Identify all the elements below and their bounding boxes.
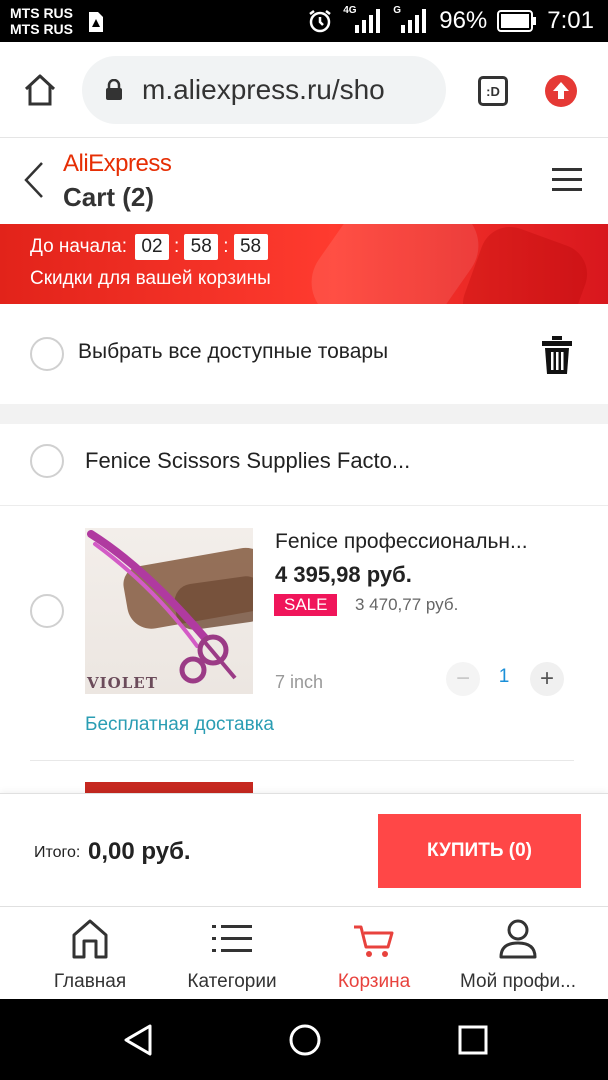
signal-1: 4G xyxy=(343,5,383,35)
section-divider xyxy=(0,404,608,424)
nav-item-cart[interactable]: Корзина xyxy=(298,907,450,999)
sale-price: 3 470,77 руб. xyxy=(355,595,459,614)
countdown-separator: : xyxy=(223,236,229,257)
promo-banner[interactable]: До начала: 02 : 58 : 58 Скидки для вашей… xyxy=(0,224,608,304)
clock: 7:01 xyxy=(547,7,594,34)
nav-item-profile[interactable]: Мой профи... xyxy=(442,907,594,999)
network-2-label: G xyxy=(393,5,402,16)
store-row: Fenice Scissors Supplies Facto... xyxy=(0,424,608,506)
total-value: 0,00 руб. xyxy=(88,838,191,865)
trash-icon[interactable] xyxy=(542,336,572,374)
item-divider xyxy=(30,760,574,761)
brand-logo: AliExpress xyxy=(63,150,172,177)
back-arrow-icon[interactable] xyxy=(22,160,46,200)
lock-icon xyxy=(106,79,122,100)
back-triangle-icon[interactable] xyxy=(122,1023,154,1057)
cart-icon xyxy=(354,925,394,957)
shipping-info: Бесплатная доставка xyxy=(85,714,274,735)
image-label: VIOLET xyxy=(87,674,158,692)
nav-label-cart: Корзина xyxy=(337,971,411,992)
home-icon[interactable] xyxy=(22,72,58,108)
bottom-nav: Главная Категории Корзина Мой профи... xyxy=(0,907,608,999)
sale-badge: SALE xyxy=(274,594,338,616)
product-price: 4 395,98 руб. xyxy=(275,562,412,587)
sim-alert-icon xyxy=(89,12,103,32)
select-all-label: Выбрать все доступные товары xyxy=(78,340,389,363)
buy-button[interactable]: КУПИТЬ (0) xyxy=(378,814,581,888)
countdown-seconds: 58 xyxy=(233,234,268,260)
alarm-icon xyxy=(309,10,331,33)
list-icon xyxy=(212,925,252,952)
cart-item: VIOLET Fenice профессиональн... 4 395,98… xyxy=(0,506,608,796)
status-bar: MTS RUS MTS RUS 4G G 96% 7:01 xyxy=(0,0,608,42)
countdown-separator: : xyxy=(173,236,180,257)
carrier-labels: MTS RUS MTS RUS xyxy=(10,5,73,37)
tabs-button[interactable]: :D xyxy=(478,76,508,106)
promo-subtitle: Скидки для вашей корзины xyxy=(30,268,271,289)
menu-icon[interactable] xyxy=(552,166,582,194)
signal-bars-icon xyxy=(355,9,381,33)
update-icon[interactable] xyxy=(544,74,578,108)
profile-icon xyxy=(499,919,537,959)
phone-screen: MTS RUS MTS RUS 4G G 96% 7:01 m.aliexpre… xyxy=(0,0,608,1080)
carrier-2: MTS RUS xyxy=(10,21,73,37)
countdown-hours: 02 xyxy=(134,234,169,260)
store-checkbox[interactable] xyxy=(30,444,64,478)
carrier-1: MTS RUS xyxy=(10,5,73,21)
tabs-badge: :D xyxy=(486,83,500,99)
app-header: AliExpress Cart (2) xyxy=(0,138,608,224)
system-nav-bar xyxy=(0,999,608,1080)
countdown-minutes: 58 xyxy=(184,234,219,260)
url-text: m.aliexpress.ru/sho xyxy=(142,74,385,105)
scissors-illustration xyxy=(87,530,237,684)
recents-square-icon[interactable] xyxy=(458,1025,488,1055)
nav-label-profile: Мой профи... xyxy=(459,971,576,992)
url-bar[interactable]: m.aliexpress.ru/sho xyxy=(82,56,446,124)
product-image[interactable]: VIOLET xyxy=(85,528,253,694)
store-name[interactable]: Fenice Scissors Supplies Facto... xyxy=(85,448,410,474)
page-title: Cart (2) xyxy=(63,182,155,212)
battery-icon xyxy=(497,10,537,32)
total-label: Итого: xyxy=(34,844,81,861)
signal-2: G xyxy=(393,5,429,35)
item-checkbox[interactable] xyxy=(30,594,64,628)
nav-item-home[interactable]: Главная xyxy=(14,907,166,999)
product-title[interactable]: Fenice профессиональн... xyxy=(275,530,528,554)
select-all-checkbox[interactable] xyxy=(30,337,64,371)
signal-bars-icon xyxy=(401,9,427,33)
quantity-increase-button[interactable]: + xyxy=(530,662,564,696)
battery-percent: 96% xyxy=(439,7,488,34)
countdown-label: До начала: xyxy=(30,236,127,257)
home-icon xyxy=(72,919,108,959)
browser-toolbar: m.aliexpress.ru/sho :D xyxy=(0,42,608,138)
select-all-row: Выбрать все доступные товары xyxy=(0,304,608,404)
nav-item-categories[interactable]: Категории xyxy=(156,907,308,999)
quantity-decrease-button[interactable]: − xyxy=(446,662,480,696)
nav-label-home: Главная xyxy=(53,971,127,992)
checkout-bar: Итого: 0,00 руб. КУПИТЬ (0) xyxy=(0,793,608,907)
nav-label-categories: Категории xyxy=(187,971,277,992)
quantity-value[interactable]: 1 xyxy=(484,666,524,688)
status-right: 4G G 96% 7:01 xyxy=(307,5,594,36)
product-variant[interactable]: 7 inch xyxy=(275,672,323,693)
home-circle-icon[interactable] xyxy=(288,1023,322,1057)
countdown: До начала: 02 : 58 : 58 xyxy=(30,234,268,260)
